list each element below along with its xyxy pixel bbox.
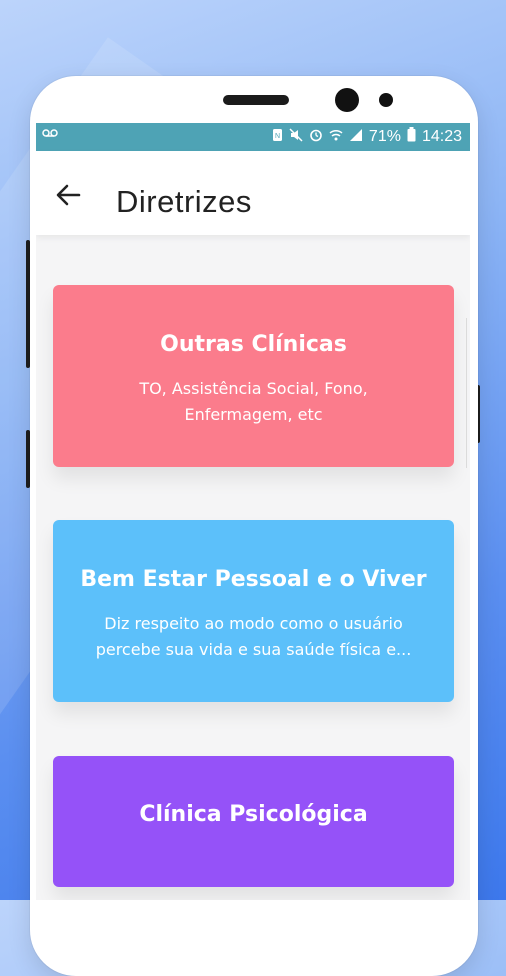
wifi-icon xyxy=(329,128,343,146)
nfc-icon: N xyxy=(272,128,283,146)
proximity-sensor xyxy=(379,93,393,107)
app-bar: Diretrizes xyxy=(36,151,470,235)
card-outras-clinicas[interactable]: Outras Clínicas TO, Assistência Social, … xyxy=(53,285,454,467)
battery-icon xyxy=(407,127,416,146)
signal-icon xyxy=(349,128,363,146)
app-screen: N 71% 14:23 Diretrizes Outras Clínicas T… xyxy=(36,123,470,900)
card-description: Diz respeito ao modo como o usuário perc… xyxy=(95,614,412,659)
card-title: Clínica Psicológica xyxy=(139,802,368,827)
clock: 14:23 xyxy=(421,127,462,145)
scroll-indicator xyxy=(466,318,470,468)
arrow-back-icon[interactable] xyxy=(53,180,83,210)
alarm-icon xyxy=(309,128,323,146)
front-camera xyxy=(335,88,359,112)
speaker-grille xyxy=(223,95,289,105)
page-title: Diretrizes xyxy=(116,184,252,219)
status-bar: N 71% 14:23 xyxy=(36,123,470,151)
card-title: Outras Clínicas xyxy=(160,332,347,357)
card-title: Bem Estar Pessoal e o Viver xyxy=(80,567,427,592)
card-clinica-psicologica[interactable]: Clínica Psicológica xyxy=(53,756,454,887)
mute-icon xyxy=(289,127,303,146)
card-description: TO, Assistência Social, Fono, Enfermagem… xyxy=(139,379,368,424)
card-bem-estar[interactable]: Bem Estar Pessoal e o Viver Diz respeito… xyxy=(53,520,454,702)
voicemail-icon xyxy=(42,125,58,141)
svg-text:N: N xyxy=(275,133,280,140)
battery-percent: 71% xyxy=(368,127,401,145)
